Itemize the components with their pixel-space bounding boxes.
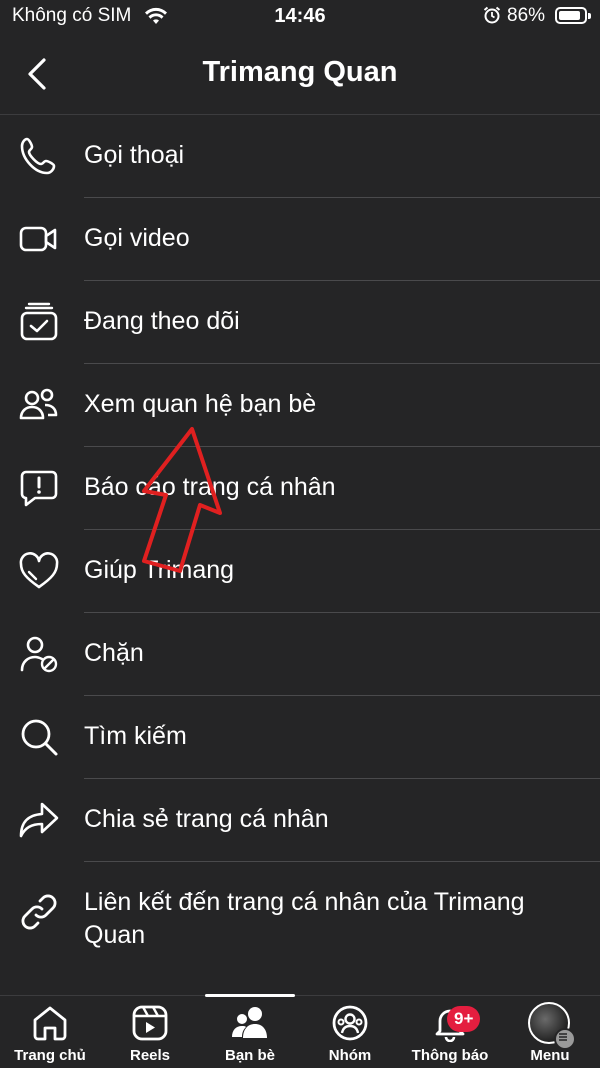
notification-badge: 9+ xyxy=(447,1006,481,1032)
menu-item-label: Liên kết đến trang cá nhân của Trimang Q… xyxy=(84,888,525,949)
menu-item-following[interactable]: Đang theo dõi xyxy=(0,281,600,364)
share-icon xyxy=(18,799,60,841)
block-user-icon xyxy=(18,633,60,675)
profile-options-menu: Gọi thoại Gọi video Đang theo dõi Xem qu… xyxy=(0,115,600,978)
video-camera-icon xyxy=(18,218,60,260)
home-icon xyxy=(31,1004,69,1042)
menu-item-search[interactable]: Tìm kiếm xyxy=(0,696,600,779)
menu-item-see-friendship[interactable]: Xem quan hệ bạn bè xyxy=(0,364,600,447)
tab-label: Nhóm xyxy=(328,1047,372,1064)
tab-groups[interactable]: Nhóm xyxy=(300,996,400,1068)
page-title: Trimang Quan xyxy=(202,56,398,88)
menu-item-report-profile[interactable]: Báo cáo trang cá nhân xyxy=(0,447,600,530)
menu-item-label: Chặn xyxy=(84,639,144,667)
menu-item-label: Đang theo dõi xyxy=(84,307,240,335)
menu-item-label: Báo cáo trang cá nhân xyxy=(84,473,336,501)
friends-icon xyxy=(18,384,60,426)
tab-label: Menu xyxy=(530,1047,570,1064)
menu-item-share-profile[interactable]: Chia sẻ trang cá nhân xyxy=(0,779,600,862)
heart-icon xyxy=(18,550,60,592)
groups-icon xyxy=(331,1004,369,1042)
menu-item-label: Xem quan hệ bạn bè xyxy=(84,390,317,418)
tab-label: Reels xyxy=(129,1047,171,1064)
search-icon xyxy=(18,716,60,758)
tab-menu[interactable]: Menu xyxy=(500,996,600,1068)
tab-home[interactable]: Trang chủ xyxy=(0,996,100,1068)
report-icon xyxy=(18,467,60,509)
menu-item-label: Chia sẻ trang cá nhân xyxy=(84,805,329,833)
phone-icon xyxy=(18,135,60,177)
alarm-icon xyxy=(483,6,501,24)
header: Trimang Quan xyxy=(0,34,600,115)
tab-reels[interactable]: Reels xyxy=(100,996,200,1068)
menu-item-block[interactable]: Chặn xyxy=(0,613,600,696)
menu-item-label: Tìm kiếm xyxy=(84,722,187,750)
menu-item-label: Gọi thoại xyxy=(84,141,185,169)
menu-item-label: Gọi video xyxy=(84,224,190,252)
status-bar: Không có SIM 14:46 86% xyxy=(0,0,600,34)
tab-label: Bạn bè xyxy=(224,1047,275,1064)
tab-notifications[interactable]: 9+ Thông báo xyxy=(400,996,500,1068)
menu-item-label: Giúp Trimang xyxy=(84,556,235,584)
battery-icon xyxy=(555,7,591,24)
link-icon xyxy=(18,891,60,933)
menu-item-profile-link[interactable]: Liên kết đến trang cá nhân của Trimang Q… xyxy=(0,862,600,978)
tab-label: Trang chủ xyxy=(14,1047,86,1064)
tab-label: Thông báo xyxy=(411,1047,489,1064)
menu-item-voice-call[interactable]: Gọi thoại xyxy=(0,115,600,198)
menu-item-help-profile[interactable]: Giúp Trimang xyxy=(0,530,600,613)
tab-friends[interactable]: Bạn bè xyxy=(200,996,300,1068)
friends-tab-icon xyxy=(231,1004,269,1042)
bottom-tab-bar: Trang chủ Reels Bạn bè Nhóm 9+ Thông báo… xyxy=(0,994,600,1068)
reels-icon xyxy=(131,1004,169,1042)
menu-item-video-call[interactable]: Gọi video xyxy=(0,198,600,281)
following-inbox-icon xyxy=(18,301,60,343)
battery-percent: 86% xyxy=(507,5,546,26)
